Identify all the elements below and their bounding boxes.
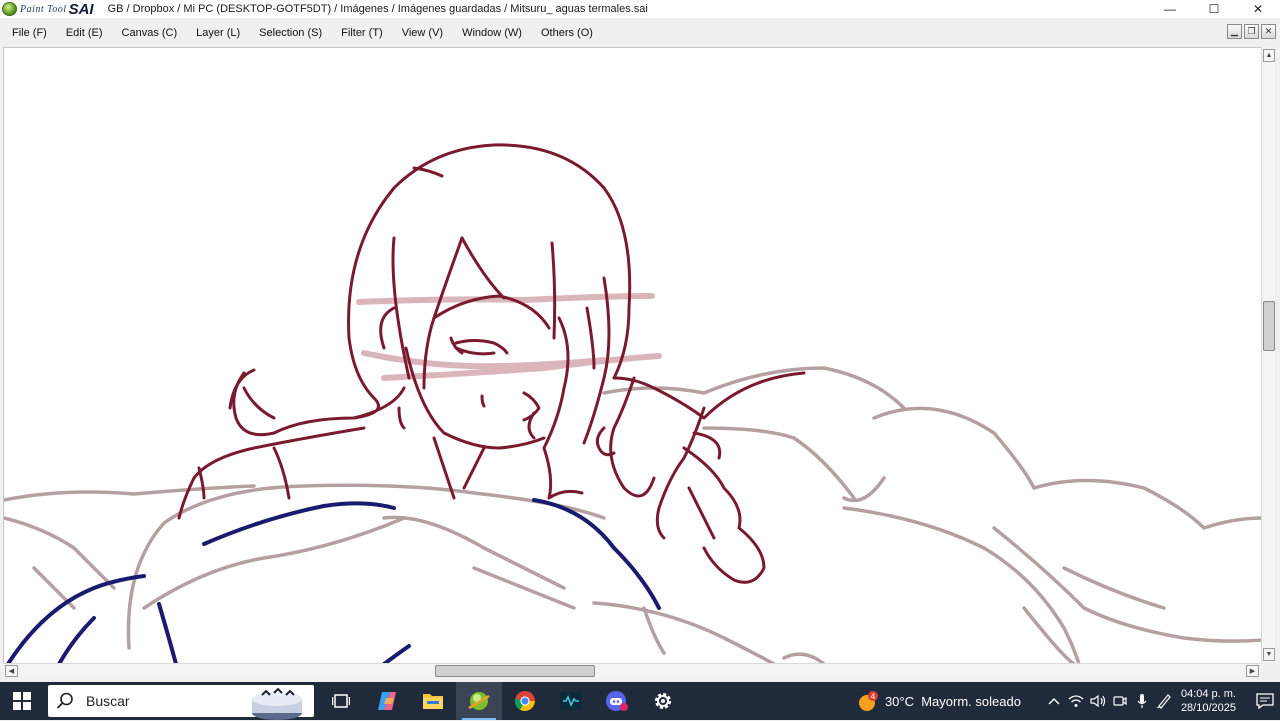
weather-badge: 4 — [871, 692, 876, 701]
window-controls: — ☐ ✕ — [1148, 0, 1280, 18]
title-bar: Paint Tool SAI GB / Dropbox / Mi PC (DES… — [0, 0, 1280, 18]
task-view-button[interactable] — [318, 682, 364, 720]
app-logo: Paint Tool SAI — [0, 0, 94, 18]
vertical-scroll-thumb[interactable] — [1263, 301, 1275, 351]
folder-icon — [423, 694, 443, 709]
clock-date: 28/10/2025 — [1180, 702, 1236, 714]
menu-selection[interactable]: Selection (S) — [259, 27, 322, 39]
painttool-sai-taskbar-button[interactable] — [456, 682, 502, 720]
close-button[interactable]: ✕ — [1236, 0, 1280, 18]
microphone-icon — [1137, 694, 1147, 708]
document-minimize-button[interactable]: ▁ — [1227, 24, 1242, 39]
chrome-button[interactable] — [502, 682, 548, 720]
wifi-icon — [1068, 695, 1084, 707]
window-title: GB / Dropbox / Mi PC (DESKTOP-GOTF5DT) /… — [107, 3, 648, 15]
document-restore-button[interactable]: ❐ — [1244, 24, 1259, 39]
scroll-right-button[interactable]: ▶ — [1246, 665, 1259, 677]
vertical-scrollbar[interactable]: ▲ ▼ — [1261, 47, 1275, 663]
sai-logo-icon — [2, 2, 17, 16]
windows-taskbar: Buscar 4 30°C Mayorm. soleado 04:04 p. m… — [0, 682, 1280, 720]
maximize-button[interactable]: ☐ — [1192, 0, 1236, 18]
scroll-down-button[interactable]: ▼ — [1263, 648, 1275, 661]
menu-view[interactable]: View (V) — [402, 27, 443, 39]
horizontal-scrollbar[interactable]: ◀ ▶ — [3, 663, 1261, 677]
sketch-grey-strokes — [4, 366, 1261, 663]
camera-icon — [1113, 696, 1127, 706]
audio-app-button[interactable] — [548, 682, 594, 720]
document-close-button[interactable]: ✕ — [1261, 24, 1276, 39]
search-icon — [56, 692, 73, 709]
waveform-app-icon — [560, 692, 582, 710]
scroll-left-button[interactable]: ◀ — [5, 665, 18, 677]
menu-file[interactable]: File (F) — [12, 27, 47, 39]
menu-canvas[interactable]: Canvas (C) — [122, 27, 178, 39]
weather-sun-icon[interactable]: 4 — [857, 691, 878, 711]
weather-summary[interactable]: 30°C Mayorm. soleado — [885, 694, 1021, 709]
task-view-icon — [332, 694, 350, 708]
sai-app-icon — [468, 692, 490, 710]
clock-time: 04:04 p. m. — [1180, 688, 1236, 700]
pen-tray-button[interactable] — [1153, 682, 1175, 720]
windows-logo-icon — [13, 692, 31, 710]
speaker-icon — [1090, 694, 1106, 708]
horizontal-scroll-thumb[interactable] — [435, 665, 595, 677]
file-explorer-button[interactable] — [410, 682, 456, 720]
chrome-icon — [514, 691, 535, 711]
pen-icon — [1156, 694, 1171, 709]
scroll-up-button[interactable]: ▲ — [1263, 49, 1275, 62]
discord-button[interactable] — [594, 682, 640, 720]
discord-icon — [606, 691, 628, 711]
weather-condition: Mayorm. soleado — [921, 693, 1021, 709]
menu-window[interactable]: Window (W) — [462, 27, 522, 39]
gear-icon — [655, 693, 671, 709]
system-tray: 4 30°C Mayorm. soleado 04:04 p. m. 28/10… — [857, 682, 1280, 720]
search-placeholder: Buscar — [86, 693, 130, 709]
menu-edit[interactable]: Edit (E) — [66, 27, 103, 39]
chevron-up-icon — [1048, 698, 1060, 705]
taskbar-clock[interactable]: 04:04 p. m. 28/10/2025 — [1181, 687, 1236, 715]
microphone-tray-button[interactable] — [1131, 682, 1153, 720]
menu-others[interactable]: Others (O) — [541, 27, 593, 39]
notification-icon — [1256, 693, 1274, 709]
menu-bar: File (F) Edit (E) Canvas (C) Layer (L) S… — [0, 19, 1280, 46]
notifications-button[interactable] — [1250, 682, 1280, 720]
minimize-button[interactable]: — — [1148, 0, 1192, 18]
network-button[interactable] — [1065, 682, 1087, 720]
copilot-icon — [378, 692, 396, 710]
paint-tool-sai-window: Paint Tool SAI GB / Dropbox / Mi PC (DES… — [0, 0, 1280, 682]
logo-paint-text: Paint Tool — [20, 3, 67, 15]
search-highlight-illustration-icon — [252, 687, 302, 720]
volume-button[interactable] — [1087, 682, 1109, 720]
taskbar-apps — [318, 682, 686, 720]
menu-filter[interactable]: Filter (T) — [341, 27, 383, 39]
start-button[interactable] — [0, 682, 44, 720]
show-hidden-icons-button[interactable] — [1043, 682, 1065, 720]
drawing-canvas[interactable] — [3, 47, 1261, 663]
document-controls: ▁ ❐ ✕ — [1227, 24, 1276, 39]
copilot-button[interactable] — [364, 682, 410, 720]
sketch-artwork — [4, 143, 1261, 663]
logo-sai-text: SAI — [68, 0, 94, 18]
sun-icon: 4 — [858, 691, 878, 711]
temperature: 30°C — [884, 693, 914, 709]
sketch-pink-strokes — [356, 293, 662, 381]
camera-tray-button[interactable] — [1109, 682, 1131, 720]
menu-layer[interactable]: Layer (L) — [196, 27, 240, 39]
taskbar-search[interactable]: Buscar — [48, 685, 314, 720]
settings-button[interactable] — [640, 682, 686, 720]
